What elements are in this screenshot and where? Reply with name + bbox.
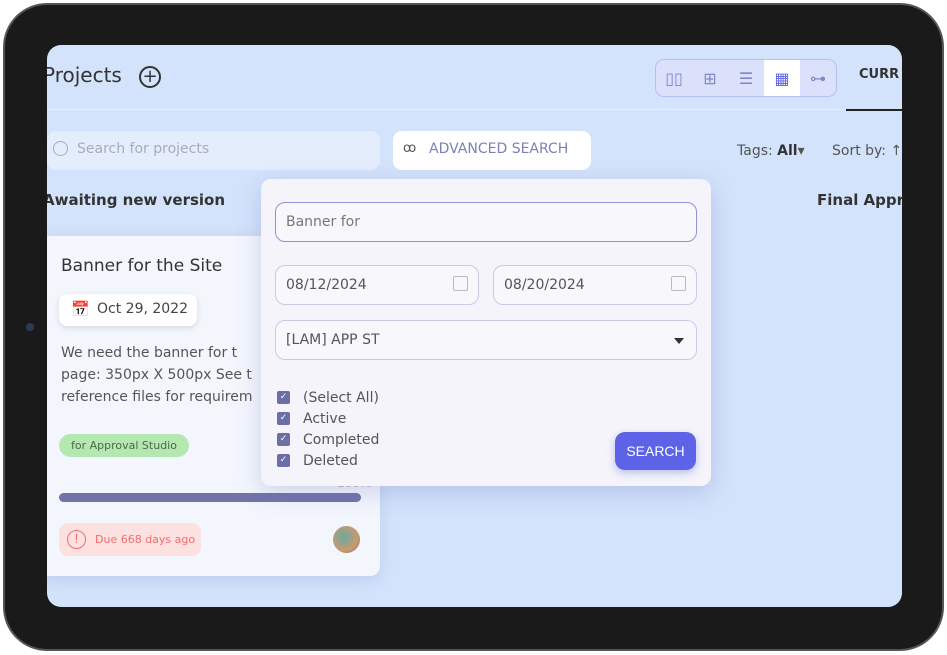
due-badge: ! Due 668 days ago [59,523,201,556]
date-badge: 📅 Oct 29, 2022 [59,294,197,326]
hierarchy-icon[interactable]: ⊶ [800,60,836,96]
avatar[interactable] [333,526,360,553]
project-select[interactable]: [LAM] APP ST [275,320,697,360]
checkbox-select-all[interactable]: ✓ (Select All) [277,387,379,408]
search-icon [53,141,68,156]
advanced-search-label: ADVANCED SEARCH [429,141,569,157]
binoculars-icon: ꝏ [403,141,417,156]
kanban-icon[interactable]: ▦ [764,60,800,96]
sort-arrow-icon: ↑ [890,143,902,159]
caret-down-icon [674,338,684,349]
caret-down-icon: ▾ [797,143,805,159]
divider [47,109,847,110]
plus-circle-icon[interactable]: + [139,66,161,88]
sort-by[interactable]: Sort by: ↑ [832,143,902,159]
tags-value: All [777,143,798,159]
checkbox-checked-icon: ✓ [277,454,290,467]
checkbox-label: Active [303,410,347,427]
tab-current[interactable]: CURR [859,67,899,82]
advanced-search-button[interactable]: ꝏ ADVANCED SEARCH [393,131,591,170]
checkbox-completed[interactable]: ✓ Completed [277,429,379,450]
progress-bar [59,493,361,502]
page-title: Projects [47,63,122,87]
tab-indicator [846,109,902,111]
checkbox-deleted[interactable]: ✓ Deleted [277,450,379,471]
columns-icon[interactable]: ▯▯ [656,60,692,96]
column-header: Awaiting new version [47,191,226,209]
date-text: Oct 29, 2022 [97,301,188,317]
calendar-icon[interactable] [453,276,468,291]
search-button[interactable]: SEARCH [615,432,696,470]
name-value: Banner for [286,214,360,230]
column-header: Final Appr [817,191,902,209]
alert-icon: ! [67,530,86,549]
checkbox-active[interactable]: ✓ Active [277,408,379,429]
select-value: [LAM] APP ST [286,332,380,348]
checkbox-checked-icon: ✓ [277,391,290,404]
calendar-icon[interactable] [671,276,686,291]
checkbox-checked-icon: ✓ [277,433,290,446]
tag-badge: for Approval Studio [59,434,189,457]
screen: Projects + ▯▯ ⊞ ☰ ▦ ⊶ CURR Search for pr… [47,45,902,607]
due-text: Due 668 days ago [95,533,196,546]
status-checklist: ✓ (Select All) ✓ Active ✓ Completed ✓ Delete… [277,387,379,471]
search-placeholder: Search for projects [77,141,210,157]
name-input[interactable]: Banner for [275,202,697,242]
checkbox-checked-icon: ✓ [277,412,290,425]
grid-icon[interactable]: ⊞ [692,60,728,96]
sort-label: Sort by: [832,143,887,159]
advanced-search-panel: Banner for 08/12/2024 08/20/2024 [LAM] A… [261,179,711,486]
card-title: Banner for the Site [61,256,223,276]
tags-filter[interactable]: Tags: All▾ [737,143,805,159]
checkbox-label: (Select All) [303,389,379,406]
view-mode-switcher: ▯▯ ⊞ ☰ ▦ ⊶ [655,59,837,97]
date-from-input[interactable]: 08/12/2024 [275,265,479,305]
search-input[interactable]: Search for projects [47,131,380,170]
calendar-check-icon: 📅 [71,300,90,318]
date-to-input[interactable]: 08/20/2024 [493,265,697,305]
tags-label: Tags: [737,143,773,159]
date-to-value: 08/20/2024 [504,277,585,293]
checkbox-label: Completed [303,431,380,448]
list-icon[interactable]: ☰ [728,60,764,96]
checkbox-label: Deleted [303,452,358,469]
date-from-value: 08/12/2024 [286,277,367,293]
camera [26,323,34,331]
